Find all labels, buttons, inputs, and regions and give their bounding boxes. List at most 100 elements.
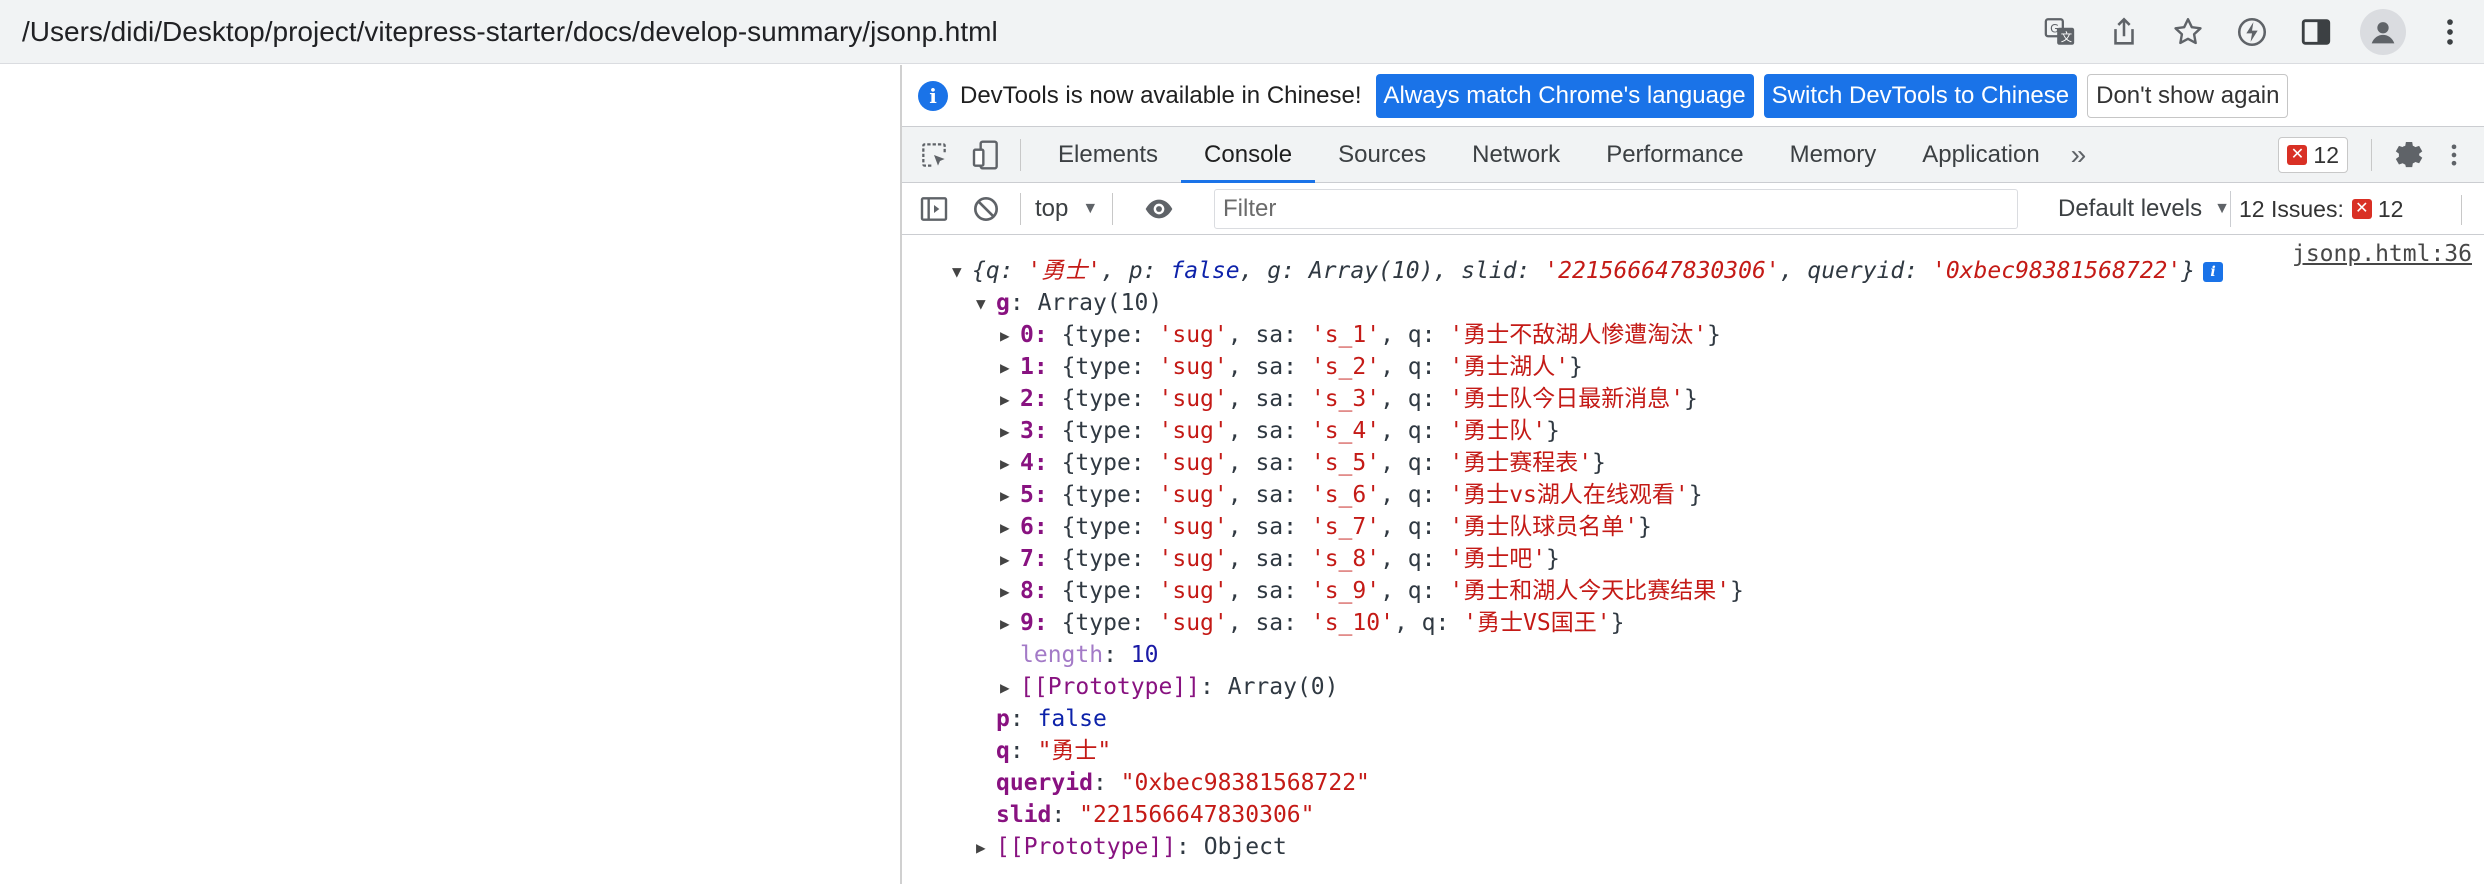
slid-value: "221566647830306" — [1079, 802, 1315, 828]
array-item-row[interactable]: ▶ 6: {type: 'sug', sa: 's_7', q: '勇士队球员名单… — [1000, 511, 1652, 543]
collapsed-triangle-icon[interactable]: ▶ — [1000, 416, 1020, 448]
context-selector[interactable]: top ▼ — [1035, 195, 1098, 223]
live-expression-eye-icon[interactable] — [1139, 189, 1179, 229]
item-sa: 's_4' — [1310, 418, 1381, 444]
clear-console-icon[interactable] — [966, 189, 1006, 229]
bookmark-star-icon[interactable] — [2168, 12, 2208, 52]
object-prototype-row[interactable]: ▶ [[Prototype]]: Object — [976, 831, 1287, 863]
item-sa: 's_10' — [1310, 610, 1394, 636]
array-item-row[interactable]: ▶ 9: {type: 'sug', sa: 's_10', q: '勇士VS国王… — [1000, 607, 1624, 639]
more-tabs-chevron-icon[interactable]: » — [2071, 139, 2087, 171]
summary-slid: '221566647830306' — [1544, 258, 1780, 284]
array-item-row[interactable]: ▶ 7: {type: 'sug', sa: 's_8', q: '勇士吧'} — [1000, 543, 1560, 575]
item-sa: 's_9' — [1310, 578, 1381, 604]
expanded-triangle-icon[interactable]: ▼ — [976, 288, 996, 320]
slid-property-row: slid: "221566647830306" — [996, 802, 1315, 828]
error-icon: ✕ — [2351, 199, 2372, 219]
item-type: 'sug' — [1158, 546, 1228, 572]
profile-avatar-icon[interactable] — [2360, 9, 2406, 55]
inspect-element-icon[interactable] — [914, 135, 954, 175]
q-value: "勇士" — [1037, 738, 1112, 764]
tab-elements[interactable]: Elements — [1035, 127, 1181, 183]
tab-network[interactable]: Network — [1449, 127, 1583, 183]
side-panel-icon[interactable] — [2296, 12, 2336, 52]
item-type: 'sug' — [1158, 450, 1228, 476]
item-type: 'sug' — [1158, 578, 1228, 604]
caret-down-icon: ▼ — [1082, 199, 1099, 217]
array-item-row[interactable]: ▶ 5: {type: 'sug', sa: 's_6', q: '勇士vs湖人在… — [1000, 479, 1703, 511]
queryid-property-row: queryid: "0xbec98381568722" — [996, 770, 1370, 796]
collapsed-triangle-icon[interactable]: ▶ — [1000, 576, 1020, 608]
array-item-row[interactable]: ▶ 1: {type: 'sug', sa: 's_2', q: '勇士湖人'} — [1000, 351, 1583, 383]
item-sa: 's_2' — [1310, 354, 1381, 380]
item-q: '勇士队球员名单' — [1449, 514, 1639, 540]
item-sa: 's_5' — [1310, 450, 1381, 476]
array-item-row[interactable]: ▶ 4: {type: 'sug', sa: 's_5', q: '勇士赛程表'} — [1000, 447, 1606, 479]
expanded-triangle-icon[interactable]: ▼ — [952, 256, 972, 288]
collapsed-triangle-icon[interactable]: ▶ — [1000, 384, 1020, 416]
item-q: '勇士赛程表' — [1449, 450, 1593, 476]
collapsed-triangle-icon[interactable]: ▶ — [1000, 544, 1020, 576]
url-text[interactable]: /Users/didi/Desktop/project/vitepress-st… — [22, 12, 998, 52]
device-toolbar-icon[interactable] — [966, 135, 1006, 175]
collapsed-triangle-icon[interactable]: ▶ — [976, 832, 996, 864]
context-value: top — [1035, 194, 1069, 222]
collapsed-triangle-icon[interactable]: ▶ — [1000, 448, 1020, 480]
translate-icon[interactable]: G文 — [2040, 12, 2080, 52]
item-index: 4 — [1020, 450, 1034, 476]
array-item-row[interactable]: ▶ 2: {type: 'sug', sa: 's_3', q: '勇士队今日最新… — [1000, 383, 1698, 415]
log-levels-dropdown[interactable]: Default levels ▼ — [2058, 183, 2230, 235]
performance-icon[interactable] — [2232, 12, 2272, 52]
infobar-message: DevTools is now available in Chinese! — [960, 81, 1362, 109]
source-link[interactable]: jsonp.html:36 — [2292, 241, 2472, 267]
item-index: 1 — [1020, 354, 1034, 380]
devtools-menu-icon[interactable] — [2440, 137, 2468, 173]
g-property-row[interactable]: ▼ g: Array(10) — [976, 287, 1162, 319]
share-icon[interactable] — [2104, 12, 2144, 52]
collapsed-triangle-icon[interactable]: ▶ — [1000, 672, 1020, 704]
switch-language-button[interactable]: Switch DevTools to Chinese — [1763, 73, 2078, 118]
info-badge-icon[interactable]: i — [2203, 262, 2224, 282]
tab-sources[interactable]: Sources — [1315, 127, 1449, 183]
log-summary-row[interactable]: ▼ {q: '勇士', p: false, g: Array(10), slid:… — [952, 255, 2224, 288]
tab-memory[interactable]: Memory — [1767, 127, 1900, 183]
language-infobar: i DevTools is now available in Chinese! … — [902, 65, 2484, 127]
toolbar-divider — [2371, 139, 2372, 171]
tab-console[interactable]: Console — [1181, 127, 1316, 183]
console-output: jsonp.html:36 ▼ {q: '勇士', p: false, g: Ar… — [902, 235, 2484, 860]
array-item-row[interactable]: ▶ 0: {type: 'sug', sa: 's_1', q: '勇士不敌湖人惨… — [1000, 319, 1721, 351]
summary-p: false — [1170, 258, 1240, 284]
item-type: 'sug' — [1158, 386, 1228, 412]
item-q: '勇士队' — [1449, 418, 1547, 444]
item-type: 'sug' — [1158, 610, 1228, 636]
match-language-button[interactable]: Always match Chrome's language — [1375, 73, 1754, 118]
sidebar-toggle-icon[interactable] — [914, 189, 954, 229]
item-sa: 's_3' — [1310, 386, 1381, 412]
collapsed-triangle-icon[interactable]: ▶ — [1000, 512, 1020, 544]
item-index: 2 — [1020, 386, 1034, 412]
error-count-badge[interactable]: ✕ 12 — [2278, 137, 2348, 173]
error-icon: ✕ — [2287, 145, 2308, 165]
summary-g: Array(10) — [1308, 258, 1434, 284]
collapsed-triangle-icon[interactable]: ▶ — [1000, 352, 1020, 384]
g-array-label: Array(10) — [1037, 290, 1163, 316]
item-index: 9 — [1020, 610, 1034, 636]
issues-button[interactable]: 12 Issues: ✕ 12 — [2230, 191, 2411, 227]
settings-gear-icon[interactable] — [2390, 137, 2426, 173]
array-item-row[interactable]: ▶ 8: {type: 'sug', sa: 's_9', q: '勇士和湖人今天… — [1000, 575, 1744, 607]
tab-performance[interactable]: Performance — [1583, 127, 1766, 183]
collapsed-triangle-icon[interactable]: ▶ — [1000, 320, 1020, 352]
item-q: '勇士队今日最新消息' — [1449, 386, 1685, 412]
item-index: 6 — [1020, 514, 1034, 540]
collapsed-triangle-icon[interactable]: ▶ — [1000, 608, 1020, 640]
browser-menu-icon[interactable] — [2430, 12, 2470, 52]
collapsed-triangle-icon[interactable]: ▶ — [1000, 480, 1020, 512]
array-item-row[interactable]: ▶ 3: {type: 'sug', sa: 's_4', q: '勇士队'} — [1000, 415, 1560, 447]
tab-application[interactable]: Application — [1899, 127, 2062, 183]
browser-toolbar: /Users/didi/Desktop/project/vitepress-st… — [0, 0, 2484, 64]
item-index: 7 — [1020, 546, 1034, 572]
filter-input[interactable]: Filter — [1214, 189, 2018, 229]
object-prototype-value: Object — [1203, 834, 1287, 860]
array-prototype-row[interactable]: ▶ [[Prototype]]: Array(0) — [1000, 671, 1339, 703]
dont-show-again-button[interactable]: Don't show again — [2087, 73, 2289, 118]
